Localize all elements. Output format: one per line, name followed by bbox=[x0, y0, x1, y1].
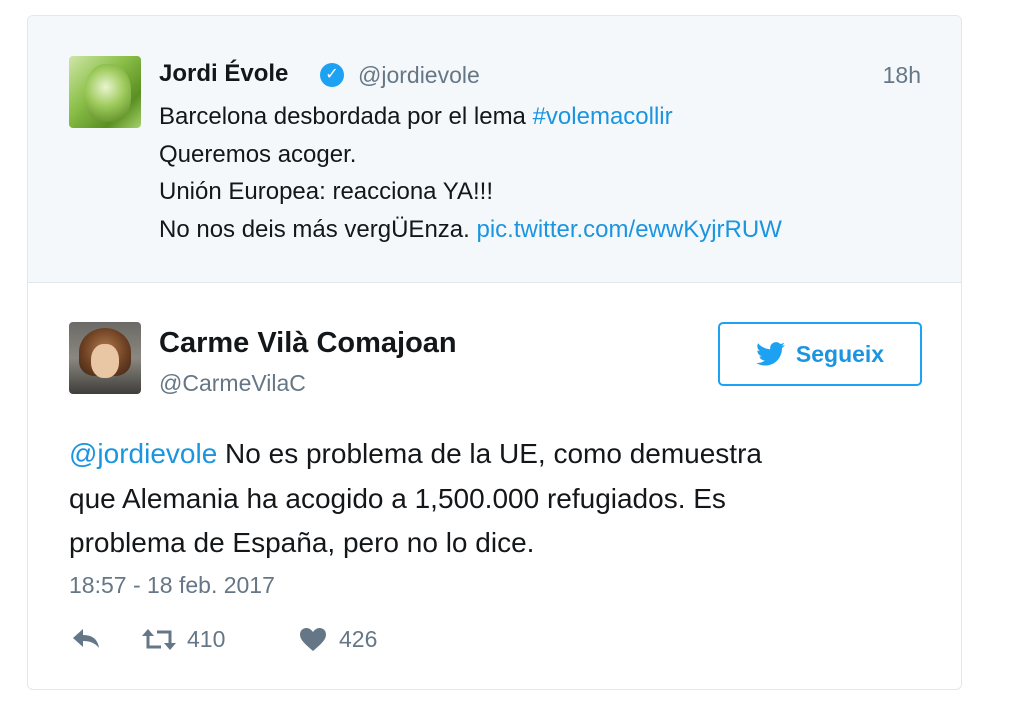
retweet-button[interactable]: 410 bbox=[141, 626, 225, 653]
follow-label: Segueix bbox=[795, 340, 885, 367]
tweet-line-3: problema de España, pero no lo dice. bbox=[69, 527, 535, 558]
author-name[interactable]: Carme Vilà Comajoan bbox=[159, 327, 457, 360]
reply-button[interactable] bbox=[71, 626, 101, 650]
tweet-line-2: que Alemania ha acogido a 1,500.000 refu… bbox=[69, 482, 726, 514]
quoted-tweet-time[interactable]: 18h bbox=[883, 62, 921, 89]
quoted-author-handle[interactable]: @jordievole bbox=[358, 62, 480, 89]
quoted-line-1: Barcelona desbordada por el lema #volema… bbox=[159, 98, 782, 136]
heart-icon bbox=[300, 627, 326, 651]
quoted-line-3: Unión Europea: reacciona YA!!! bbox=[159, 178, 493, 205]
reply-icon bbox=[73, 629, 99, 648]
tweet-embed-card: Jordi Évole ✓ @jordievole 18h Barcelona … bbox=[27, 15, 962, 690]
tweet-text: @jordievole No es problema de la UE, com… bbox=[69, 432, 919, 566]
mention-link[interactable]: @jordievole bbox=[69, 438, 217, 469]
quoted-author-name[interactable]: Jordi Évole bbox=[159, 60, 288, 88]
tweet-timestamp[interactable]: 18:57 - 18 feb. 2017 bbox=[69, 572, 275, 599]
pic-link[interactable]: pic.twitter.com/ewwKyjrRUW bbox=[476, 216, 781, 243]
retweet-count: 410 bbox=[187, 626, 226, 652]
jordi-evole-avatar[interactable] bbox=[69, 56, 141, 128]
quoted-line-1-text: Barcelona desbordada por el lema bbox=[159, 103, 533, 130]
retweet-icon bbox=[142, 628, 176, 650]
hashtag-link[interactable]: #volemacollir bbox=[533, 103, 673, 130]
quoted-tweet[interactable]: Jordi Évole ✓ @jordievole 18h Barcelona … bbox=[28, 16, 961, 283]
like-count: 426 bbox=[339, 626, 378, 652]
tweet-line-1-text: No es problema de la UE, como demuestra bbox=[217, 438, 762, 469]
quoted-line-4-text: No nos deis más vergÜEnza. bbox=[159, 215, 477, 243]
quoted-line-4: No nos deis más vergÜEnza. pic.twitter.c… bbox=[159, 211, 782, 249]
tweet-line-1: @jordievole No es problema de la UE, com… bbox=[69, 432, 919, 477]
carme-vila-avatar[interactable] bbox=[69, 322, 141, 394]
quoted-line-2: Queremos acoger. bbox=[159, 140, 357, 168]
twitter-bird-icon bbox=[756, 342, 785, 366]
verified-badge-icon: ✓ bbox=[320, 63, 344, 87]
quoted-tweet-text: Barcelona desbordada por el lema #volema… bbox=[159, 98, 782, 248]
author-handle[interactable]: @CarmeVilaC bbox=[159, 370, 306, 397]
follow-button[interactable]: Segueix bbox=[718, 322, 922, 386]
like-button[interactable]: 426 bbox=[299, 626, 377, 653]
